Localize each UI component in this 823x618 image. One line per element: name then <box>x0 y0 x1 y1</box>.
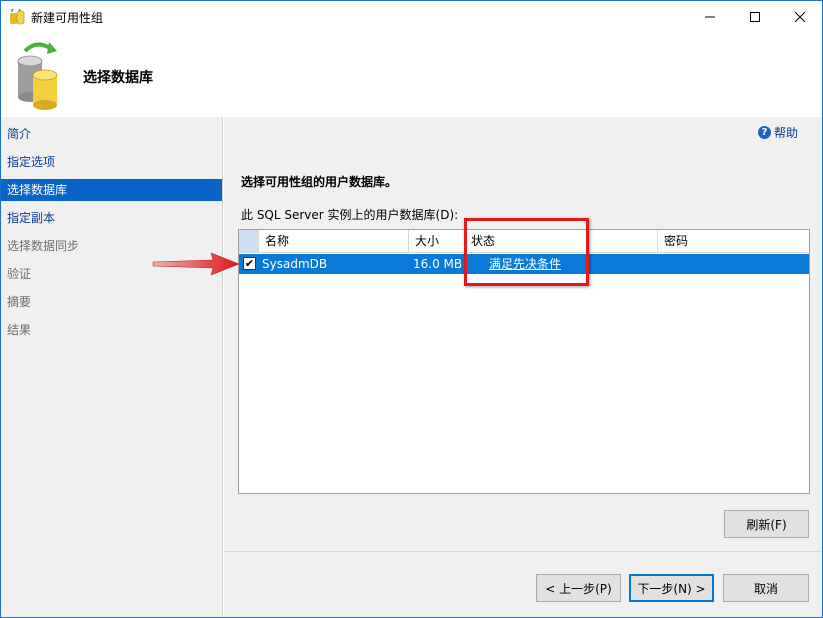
minimize-button[interactable] <box>687 1 733 33</box>
refresh-button[interactable]: 刷新(F) <box>724 510 809 538</box>
column-header-name[interactable]: 名称 <box>259 230 409 253</box>
minimize-icon <box>705 16 715 18</box>
database-grid-label: 此 SQL Server 实例上的用户数据库(D): <box>241 208 459 222</box>
window-title: 新建可用性组 <box>31 11 104 25</box>
content-panel: ? 帮助 选择可用性组的用户数据库。 此 SQL Server 实例上的用户数据… <box>224 117 822 551</box>
nav-item-results: 结果 <box>7 323 32 337</box>
nav-item-summary: 摘要 <box>7 295 32 309</box>
wizard-nav: 简介 指定选项 选择数据库 指定副本 选择数据同步 验证 摘要 结果 <box>1 117 223 617</box>
dialog-window: 新建可用性组 选择数据库 简介 指定选项 选择数据库 指定副本 选择数据同步 验… <box>0 0 823 618</box>
app-icon <box>10 9 25 25</box>
row-size: 16.0 MB <box>413 257 463 271</box>
nav-item-intro[interactable]: 简介 <box>1 123 222 145</box>
status-highlight-box <box>464 218 589 286</box>
help-link[interactable]: ? 帮助 <box>758 124 798 141</box>
close-button[interactable] <box>777 1 822 33</box>
back-button[interactable]: < 上一步(P) <box>536 574 621 602</box>
maximize-button[interactable] <box>732 1 778 33</box>
next-button[interactable]: 下一步(N) > <box>629 574 714 602</box>
cancel-button[interactable]: 取消 <box>723 574 809 602</box>
select-all-column-header[interactable] <box>239 230 259 253</box>
red-arrow-icon <box>152 252 240 276</box>
column-header-password[interactable]: 密码 <box>658 230 809 253</box>
row-checkbox[interactable]: ✔ <box>243 257 256 270</box>
section-title: 选择可用性组的用户数据库。 <box>241 175 398 189</box>
column-header-size[interactable]: 大小 <box>409 230 465 253</box>
page-header: 选择数据库 <box>1 33 822 117</box>
nav-item-specify-options[interactable]: 指定选项 <box>1 151 222 173</box>
help-icon: ? <box>758 126 771 139</box>
button-bar: < 上一步(P) 下一步(N) > 取消 <box>224 551 822 617</box>
nav-item-select-databases[interactable]: 选择数据库 <box>1 179 222 201</box>
maximize-icon <box>750 12 760 22</box>
close-icon <box>795 12 805 22</box>
database-icon <box>17 42 58 110</box>
help-label: 帮助 <box>774 126 799 140</box>
page-title: 选择数据库 <box>83 70 153 86</box>
title-bar: 新建可用性组 <box>1 1 822 33</box>
row-name: SysadmDB <box>262 257 328 271</box>
nav-item-specify-replicas[interactable]: 指定副本 <box>1 207 222 229</box>
